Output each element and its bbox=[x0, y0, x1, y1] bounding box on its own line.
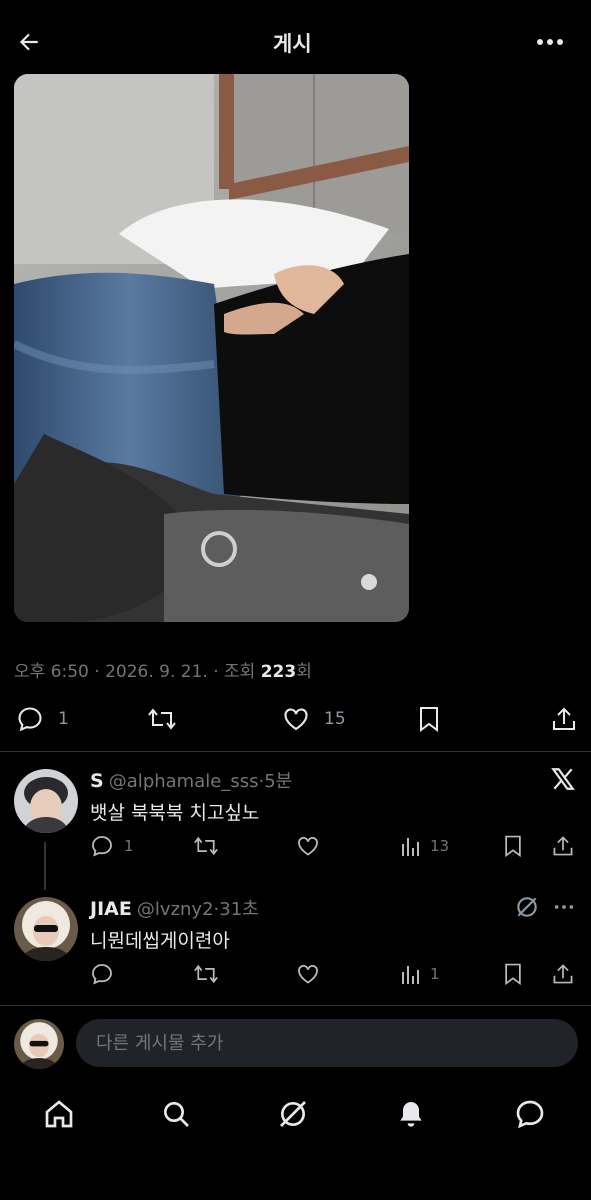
reply-button[interactable]: 1 bbox=[90, 834, 134, 858]
reply-button[interactable] bbox=[90, 962, 114, 990]
home-icon bbox=[45, 1100, 73, 1128]
compose-input[interactable] bbox=[94, 1019, 538, 1067]
reply-time: 5분 bbox=[264, 771, 293, 792]
compose-box[interactable] bbox=[76, 1019, 578, 1067]
page-title: 게시 bbox=[273, 32, 312, 56]
avatar[interactable] bbox=[14, 897, 78, 961]
like-count: 15 bbox=[324, 709, 346, 729]
grok-icon bbox=[280, 1101, 306, 1127]
reply-time: 31초 bbox=[219, 899, 259, 920]
reply-icon bbox=[92, 836, 112, 857]
heart-icon bbox=[284, 708, 308, 731]
my-avatar[interactable] bbox=[14, 1019, 64, 1069]
repost-icon bbox=[194, 964, 218, 984]
divider bbox=[0, 1005, 591, 1006]
more-button[interactable] bbox=[553, 896, 575, 922]
analytics-icon bbox=[402, 966, 419, 984]
bookmark-icon bbox=[505, 963, 521, 986]
share-icon bbox=[553, 707, 575, 730]
share-button[interactable] bbox=[551, 705, 577, 737]
meta-sep: · bbox=[94, 662, 100, 682]
like-button[interactable] bbox=[296, 834, 320, 862]
bookmark-button[interactable] bbox=[417, 705, 441, 737]
arrow-left-icon bbox=[19, 33, 38, 51]
reply-header: S @alphamale_sss·5분 bbox=[90, 770, 293, 792]
x-logo-icon bbox=[551, 768, 575, 790]
more-dots-icon bbox=[554, 905, 574, 909]
views-count: 223 bbox=[260, 662, 297, 682]
reply-icon bbox=[18, 707, 42, 732]
nav-grok[interactable] bbox=[277, 1098, 309, 1134]
repost-icon bbox=[194, 836, 218, 856]
reply-count: 1 bbox=[124, 837, 134, 855]
repost-button[interactable] bbox=[192, 834, 220, 862]
share-icon bbox=[553, 836, 573, 856]
message-icon bbox=[516, 1100, 544, 1129]
bell-icon bbox=[400, 1102, 422, 1127]
grok-button[interactable] bbox=[514, 894, 540, 924]
repost-icon bbox=[148, 708, 176, 730]
thread-line bbox=[44, 842, 46, 890]
back-button[interactable] bbox=[16, 29, 42, 55]
analytics-icon bbox=[402, 838, 419, 856]
views-count: 13 bbox=[430, 837, 450, 855]
bookmark-button[interactable] bbox=[502, 834, 524, 862]
repost-button[interactable] bbox=[192, 962, 220, 990]
reply-button[interactable]: 1 bbox=[16, 705, 69, 733]
more-dots-icon bbox=[537, 39, 563, 45]
reply-text: 니뭔데씹게이련아 bbox=[90, 930, 230, 952]
nav-home[interactable] bbox=[43, 1098, 75, 1134]
bookmark-button[interactable] bbox=[502, 962, 524, 990]
nav-search[interactable] bbox=[160, 1098, 192, 1134]
reply-count: 1 bbox=[58, 709, 69, 729]
share-button[interactable] bbox=[551, 834, 575, 862]
author-name[interactable]: JIAE bbox=[90, 898, 132, 920]
grok-icon bbox=[517, 897, 537, 917]
share-button[interactable] bbox=[551, 962, 575, 990]
nav-notifications[interactable] bbox=[395, 1098, 427, 1134]
views-button[interactable]: 1 bbox=[400, 962, 440, 986]
reply-icon bbox=[92, 964, 112, 985]
author-handle[interactable]: @lvzny2 bbox=[137, 899, 214, 920]
avatar[interactable] bbox=[14, 769, 78, 833]
bookmark-icon bbox=[420, 707, 438, 732]
meta-sep: · bbox=[213, 662, 219, 682]
heart-icon bbox=[298, 836, 318, 856]
like-button[interactable] bbox=[296, 962, 320, 990]
heart-icon bbox=[298, 964, 318, 984]
more-button[interactable] bbox=[535, 29, 565, 55]
reply-text: 뱃살 북북북 치고싶노 bbox=[90, 802, 260, 824]
post-date: 2026. 9. 21. bbox=[105, 662, 208, 682]
reply-header: JIAE @lvzny2·31초 bbox=[90, 898, 259, 920]
post-time: 오후 6:50 bbox=[14, 662, 89, 682]
search-icon bbox=[164, 1102, 189, 1127]
views-suffix: 회 bbox=[296, 662, 312, 682]
share-icon bbox=[553, 964, 573, 984]
nav-messages[interactable] bbox=[514, 1098, 546, 1134]
repost-button[interactable] bbox=[146, 705, 178, 737]
x-badge[interactable] bbox=[550, 766, 576, 796]
bookmark-icon bbox=[505, 835, 521, 858]
views-count: 1 bbox=[430, 965, 440, 983]
author-name[interactable]: S bbox=[90, 770, 104, 792]
author-handle[interactable]: @alphamale_sss bbox=[109, 771, 259, 792]
post-meta: 오후 6:50 · 2026. 9. 21. · 조회 223회 bbox=[14, 657, 312, 682]
post-photo[interactable] bbox=[14, 74, 409, 622]
like-button[interactable]: 15 bbox=[282, 705, 346, 733]
views-label: 조회 bbox=[224, 662, 256, 682]
views-button[interactable]: 13 bbox=[400, 834, 449, 858]
divider bbox=[0, 751, 591, 752]
